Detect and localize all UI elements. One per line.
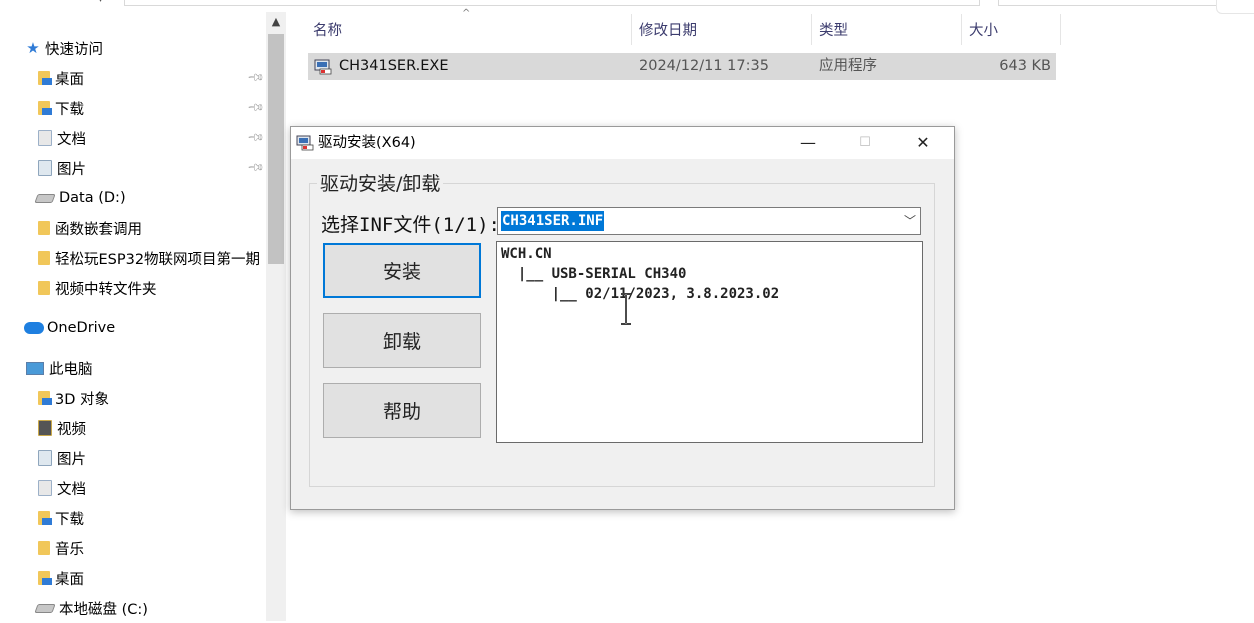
minimize-button[interactable]: — — [780, 127, 836, 159]
inf-file-selected-value: CH341SER.INF — [501, 211, 605, 231]
address-bar[interactable] — [124, 0, 980, 6]
sort-ascending-icon: ^ — [462, 8, 471, 19]
maximize-button: ☐ — [859, 135, 871, 150]
nav-up-arrow-icon[interactable]: ▾ — [98, 0, 110, 5]
nav-item-pictures[interactable]: 图片 — [0, 443, 304, 473]
file-type: 应用程序 — [819, 58, 877, 74]
nav-item-downloads[interactable]: 下载 — [0, 503, 304, 533]
column-header-modified[interactable]: 修改日期 — [633, 14, 812, 45]
help-button[interactable]: 帮助 — [323, 383, 481, 438]
nav-item-3d-objects[interactable]: 3D 对象 — [0, 383, 304, 413]
folder-pictures-icon — [38, 160, 52, 176]
inf-file-select[interactable]: CH341SER.INF ﹀ — [497, 207, 921, 235]
nav-quick-access[interactable]: ★ 快速访问 — [0, 33, 292, 63]
file-name: CH341SER.EXE — [339, 58, 449, 74]
folder-pictures-icon — [38, 450, 52, 466]
this-pc-icon — [26, 361, 44, 375]
column-header-label: 名称 — [313, 23, 342, 39]
folder-desktop-icon — [38, 71, 52, 85]
uninstall-button[interactable]: 卸载 — [323, 313, 481, 368]
nav-item-label: 3D 对象 — [55, 391, 109, 408]
nav-item-label: 桌面 — [55, 571, 84, 588]
nav-scrollbar-thumb[interactable] — [268, 34, 284, 264]
nav-item-label: OneDrive — [47, 320, 116, 336]
nav-item-label: 下载 — [55, 101, 84, 118]
folder-music-icon — [38, 541, 50, 555]
nav-item-label: 函数嵌套调用 — [55, 221, 142, 238]
star-icon: ★ — [26, 39, 40, 57]
folder-download-icon — [38, 511, 52, 525]
nav-this-pc[interactable]: 此电脑 — [0, 353, 292, 383]
nav-item-label: 文档 — [57, 131, 86, 148]
file-modified: 2024/12/11 17:35 — [639, 58, 769, 74]
driver-info-box[interactable]: WCH.CN |__ USB-SERIAL CH340 |__ 02/11/20… — [496, 241, 923, 443]
nav-item-label: 此电脑 — [49, 361, 93, 378]
file-row[interactable]: CH341SER.EXE 2024/12/11 17:35 应用程序 643 K… — [308, 53, 1056, 80]
inf-label-part: (1/1): — [431, 214, 500, 236]
folder-icon — [38, 281, 50, 295]
file-size: 643 KB — [999, 58, 1051, 74]
chevron-down-icon[interactable]: ﹀ — [904, 212, 916, 229]
folder-documents-icon — [38, 130, 52, 146]
nav-item-label: 轻松玩ESP32物联网项目第一期 — [55, 251, 261, 268]
nav-item-folder[interactable]: 函数嵌套调用 — [0, 213, 304, 243]
folder-desktop-icon — [38, 571, 52, 585]
install-button[interactable]: 安装 — [323, 243, 481, 298]
exe-installer-icon — [314, 59, 332, 75]
nav-item-label: 音乐 — [55, 541, 84, 558]
nav-item-music[interactable]: 音乐 — [0, 533, 304, 563]
nav-item-label: Data (D:) — [59, 190, 126, 206]
info-line: |__ USB-SERIAL CH340 — [501, 266, 687, 282]
inf-label-part: 选择 — [321, 214, 360, 236]
nav-item-data-drive[interactable]: Data (D:) — [0, 183, 302, 213]
nav-item-local-disk[interactable]: 本地磁盘 (C:) — [0, 593, 302, 623]
text-cursor-icon — [621, 293, 631, 325]
nav-item-label: 下载 — [55, 511, 84, 528]
column-header-size[interactable]: 大小 — [963, 14, 1061, 45]
nav-item-folder[interactable]: 轻松玩ESP32物联网项目第一期 — [0, 243, 304, 273]
folder-videos-icon — [38, 420, 52, 436]
folder-download-icon — [38, 101, 52, 115]
folder-3d-icon — [38, 391, 52, 405]
app-icon — [296, 135, 314, 151]
dialog-title: 驱动安装(X64) — [318, 135, 416, 151]
window-corner — [1216, 0, 1254, 14]
drive-icon — [34, 193, 56, 203]
onedrive-cloud-icon — [24, 322, 44, 334]
dialog-titlebar[interactable]: 驱动安装(X64) — ☐ ✕ — [291, 127, 954, 159]
nav-item-videos[interactable]: 视频 — [0, 413, 304, 443]
nav-item-label: 视频 — [57, 421, 86, 438]
nav-item-desktop[interactable]: 桌面 — [0, 563, 304, 593]
column-header-type[interactable]: 类型 — [813, 14, 962, 45]
folder-icon — [38, 251, 50, 265]
nav-item-folder[interactable]: 视频中转文件夹 — [0, 273, 304, 303]
nav-item-documents[interactable]: 文档 — [0, 473, 304, 503]
column-header-label: 类型 — [819, 23, 848, 39]
info-line: |__ 02/11/2023, 3.8.2023.02 — [501, 286, 780, 302]
close-button[interactable]: ✕ — [895, 127, 951, 159]
column-header-label: 大小 — [969, 23, 998, 39]
groupbox-label: 驱动安装/卸载 — [317, 169, 444, 196]
local-disk-icon — [34, 603, 56, 613]
nav-item-label: 图片 — [57, 451, 86, 468]
nav-item-label: 文档 — [57, 481, 86, 498]
inf-file-label: 选择INF文件(1/1): — [321, 210, 500, 237]
nav-item-label: 本地磁盘 (C:) — [59, 601, 148, 618]
column-header-label: 修改日期 — [639, 23, 697, 39]
inf-label-part: INF — [359, 214, 394, 236]
folder-documents-icon — [38, 480, 52, 496]
search-box[interactable] — [998, 0, 1240, 6]
nav-item-label: 快速访问 — [45, 41, 103, 58]
inf-label-part: 文件 — [393, 214, 432, 236]
nav-item-label: 桌面 — [55, 71, 84, 88]
nav-item-label: 视频中转文件夹 — [55, 281, 157, 298]
nav-onedrive[interactable]: OneDrive — [0, 313, 290, 343]
folder-icon — [38, 221, 50, 235]
navigation-pane: ★ 快速访问 桌面 下载 文档 图片 Data (D:) 函数嵌套调用 轻松玩E… — [0, 12, 266, 621]
scroll-up-arrow-icon[interactable]: ▲ — [266, 12, 286, 32]
driver-install-dialog: 驱动安装(X64) — ☐ ✕ 驱动安装/卸载 选择INF文件(1/1): CH… — [290, 126, 955, 510]
info-line: WCH.CN — [501, 246, 552, 262]
nav-item-label: 图片 — [57, 161, 86, 178]
